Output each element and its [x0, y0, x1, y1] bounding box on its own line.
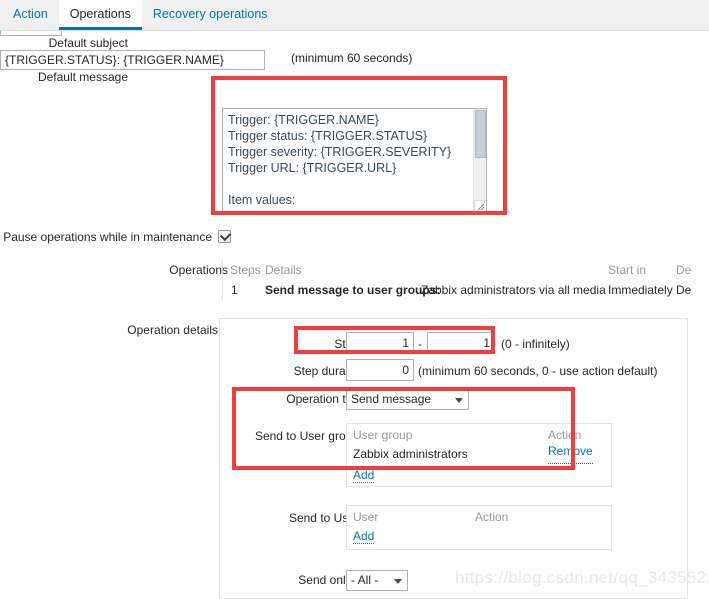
operations-row-details-target: Zabbix administrators via all media	[421, 283, 606, 297]
pause-maintenance-checkbox[interactable]	[218, 230, 231, 243]
watermark-text: https://blog.csdn.net/qq_34355232	[455, 568, 709, 587]
operations-col-details: Details	[265, 263, 302, 277]
users-header-row: User Action	[347, 506, 611, 527]
operations-row-details-type: Send message to user groups:	[265, 283, 441, 297]
user-group-remove-link[interactable]: Remove	[548, 445, 593, 464]
operations-row-duration: De	[676, 283, 692, 297]
users-col-action: Action	[475, 510, 509, 524]
tab-recovery-operations[interactable]: Recovery operations	[142, 0, 279, 30]
send-to-users-listbox: User Action Add	[346, 505, 612, 550]
steps-from-input[interactable]	[346, 332, 414, 354]
steps-to-input[interactable]	[427, 332, 495, 354]
users-add-link[interactable]: Add	[353, 530, 375, 544]
operation-type-value: Send message	[351, 392, 432, 406]
send-to-user-groups-listbox: User group Action Zabbix administrators …	[346, 423, 612, 487]
default-message-wrapper: Trigger: {TRIGGER.NAME} Trigger status: …	[222, 108, 487, 213]
operations-col-steps: Steps	[230, 263, 261, 277]
default-subject-input[interactable]	[0, 50, 265, 70]
operation-details-panel: Steps - (0 - infinitely) Step duration (…	[219, 318, 688, 599]
default-step-duration-hint: (minimum 60 seconds)	[291, 51, 413, 65]
operation-type-select[interactable]: Send message	[346, 389, 469, 410]
user-groups-add-link[interactable]: Add	[353, 469, 375, 483]
default-message-label: Default message	[37, 70, 128, 84]
users-add-row: Add	[347, 527, 611, 544]
chevron-down-icon	[394, 579, 402, 584]
default-subject-label: Default subject	[48, 36, 128, 50]
step-duration-input[interactable]	[346, 359, 414, 381]
step-duration-hint: (minimum 60 seconds, 0 - use action defa…	[418, 364, 658, 378]
tab-list: Action Operations Recovery operations	[0, 0, 709, 30]
operations-row-steps: 1	[231, 283, 238, 297]
operations-table: Steps Details Start in De 1 Send message…	[222, 260, 709, 300]
textarea-scrollbar-thumb[interactable]	[475, 110, 486, 158]
send-only-to-select[interactable]: - All -	[346, 570, 408, 591]
user-groups-col-name: User group	[353, 428, 413, 442]
textarea-scrollbar[interactable]	[473, 109, 486, 212]
default-message-textarea[interactable]: Trigger: {TRIGGER.NAME} Trigger status: …	[222, 108, 487, 213]
user-groups-add-row: Add	[347, 464, 611, 483]
send-only-to-value: - All -	[351, 573, 379, 587]
tab-operations[interactable]: Operations	[58, 0, 142, 30]
operations-col-start-in: Start in	[608, 263, 647, 277]
textarea-resize-handle[interactable]	[474, 200, 486, 212]
send-to-user-groups-label: Send to User groups	[254, 429, 365, 443]
tab-bar: Action Operations Recovery operations	[0, 0, 709, 31]
operations-col-duration: De	[676, 263, 692, 277]
users-col-name: User	[353, 510, 379, 524]
steps-separator: -	[418, 337, 422, 351]
steps-hint: (0 - infinitely)	[501, 337, 570, 351]
operation-details-label: Operation details	[127, 323, 218, 337]
tab-action[interactable]: Action	[2, 0, 59, 30]
pause-maintenance-label: Pause operations while in maintenance	[3, 230, 212, 244]
user-groups-col-action: Action	[548, 428, 582, 442]
operations-label: Operations	[169, 263, 228, 277]
operations-table-left-border	[222, 260, 223, 300]
user-groups-row: Zabbix administrators Remove	[347, 445, 611, 464]
user-groups-header-row: User group Action	[347, 424, 611, 445]
operations-row-start-in: Immediately	[608, 283, 673, 297]
chevron-down-icon	[455, 398, 463, 403]
user-group-name: Zabbix administrators	[353, 447, 468, 461]
